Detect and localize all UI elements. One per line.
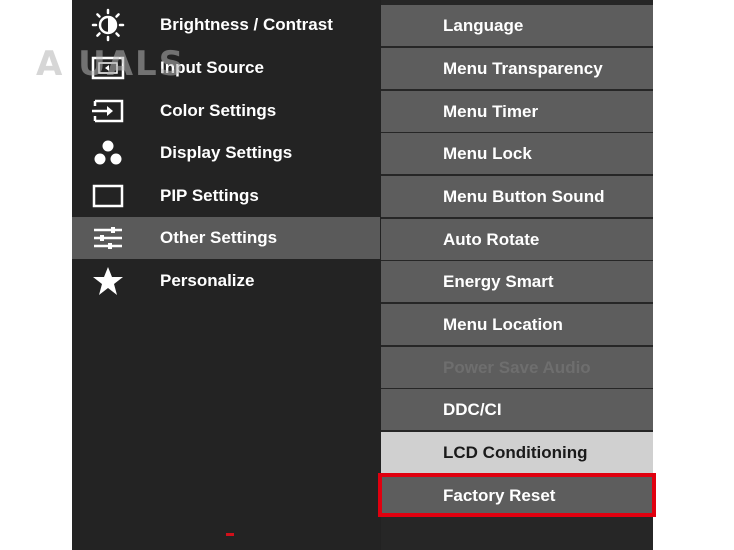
display-settings-icon xyxy=(72,139,144,167)
red-mark xyxy=(226,533,234,536)
submenu-item-label: Menu Timer xyxy=(443,101,539,121)
menu-item-personalize[interactable]: Personalize xyxy=(72,260,380,302)
menu-item-label: Other Settings xyxy=(160,228,278,247)
submenu-item-menu-location[interactable]: Menu Location xyxy=(381,304,653,345)
submenu-item-label: Language xyxy=(443,15,524,35)
submenu-item-language[interactable]: Language xyxy=(381,5,653,46)
submenu-item-label: Auto Rotate xyxy=(443,229,540,249)
factory-reset-highlight xyxy=(378,473,656,517)
menu-item-label: Personalize xyxy=(160,271,255,290)
submenu-item-lcd-conditioning[interactable]: LCD Conditioning xyxy=(381,432,653,473)
menu-item-other-settings[interactable]: Other Settings xyxy=(72,217,380,259)
menu-item-pip-settings[interactable]: PIP Settings xyxy=(72,175,380,217)
star-icon xyxy=(72,265,144,297)
menu-item-label: Display Settings xyxy=(160,143,293,162)
submenu-item-menu-lock[interactable]: Menu Lock xyxy=(381,133,653,174)
menu-item-label: PIP Settings xyxy=(160,186,259,205)
pip-icon xyxy=(72,183,144,209)
watermark-logo: A UALS xyxy=(36,44,186,84)
color-settings-icon xyxy=(72,98,144,124)
submenu-panel: Language Menu Transparency Menu Timer Me… xyxy=(381,0,653,550)
submenu-item-label: Menu Location xyxy=(443,314,563,334)
brightness-icon xyxy=(72,8,144,42)
submenu-item-label: Menu Button Sound xyxy=(443,186,605,206)
submenu-item-power-save-audio: Power Save Audio xyxy=(381,347,653,388)
submenu-item-label: Menu Transparency xyxy=(443,58,603,78)
menu-item-display-settings[interactable]: Display Settings xyxy=(72,132,380,174)
submenu-item-label: DDC/CI xyxy=(443,399,502,419)
menu-item-label: Color Settings xyxy=(160,101,277,120)
submenu-item-label: Energy Smart xyxy=(443,271,554,291)
submenu-item-label: Menu Lock xyxy=(443,143,532,163)
menu-item-label: Brightness / Contrast xyxy=(160,15,333,34)
sliders-icon xyxy=(72,225,144,251)
submenu-item-menu-transparency[interactable]: Menu Transparency xyxy=(381,48,653,89)
submenu-item-menu-timer[interactable]: Menu Timer xyxy=(381,91,653,132)
submenu-item-menu-button-sound[interactable]: Menu Button Sound xyxy=(381,176,653,217)
submenu-item-label: Power Save Audio xyxy=(443,357,591,377)
menu-item-color-settings[interactable]: Color Settings xyxy=(72,90,380,132)
submenu-item-auto-rotate[interactable]: Auto Rotate xyxy=(381,219,653,260)
submenu-item-energy-smart[interactable]: Energy Smart xyxy=(381,261,653,302)
menu-item-brightness-contrast[interactable]: Brightness / Contrast xyxy=(72,4,380,46)
submenu-item-ddc-ci[interactable]: DDC/CI xyxy=(381,389,653,430)
submenu-item-label: LCD Conditioning xyxy=(443,442,588,462)
